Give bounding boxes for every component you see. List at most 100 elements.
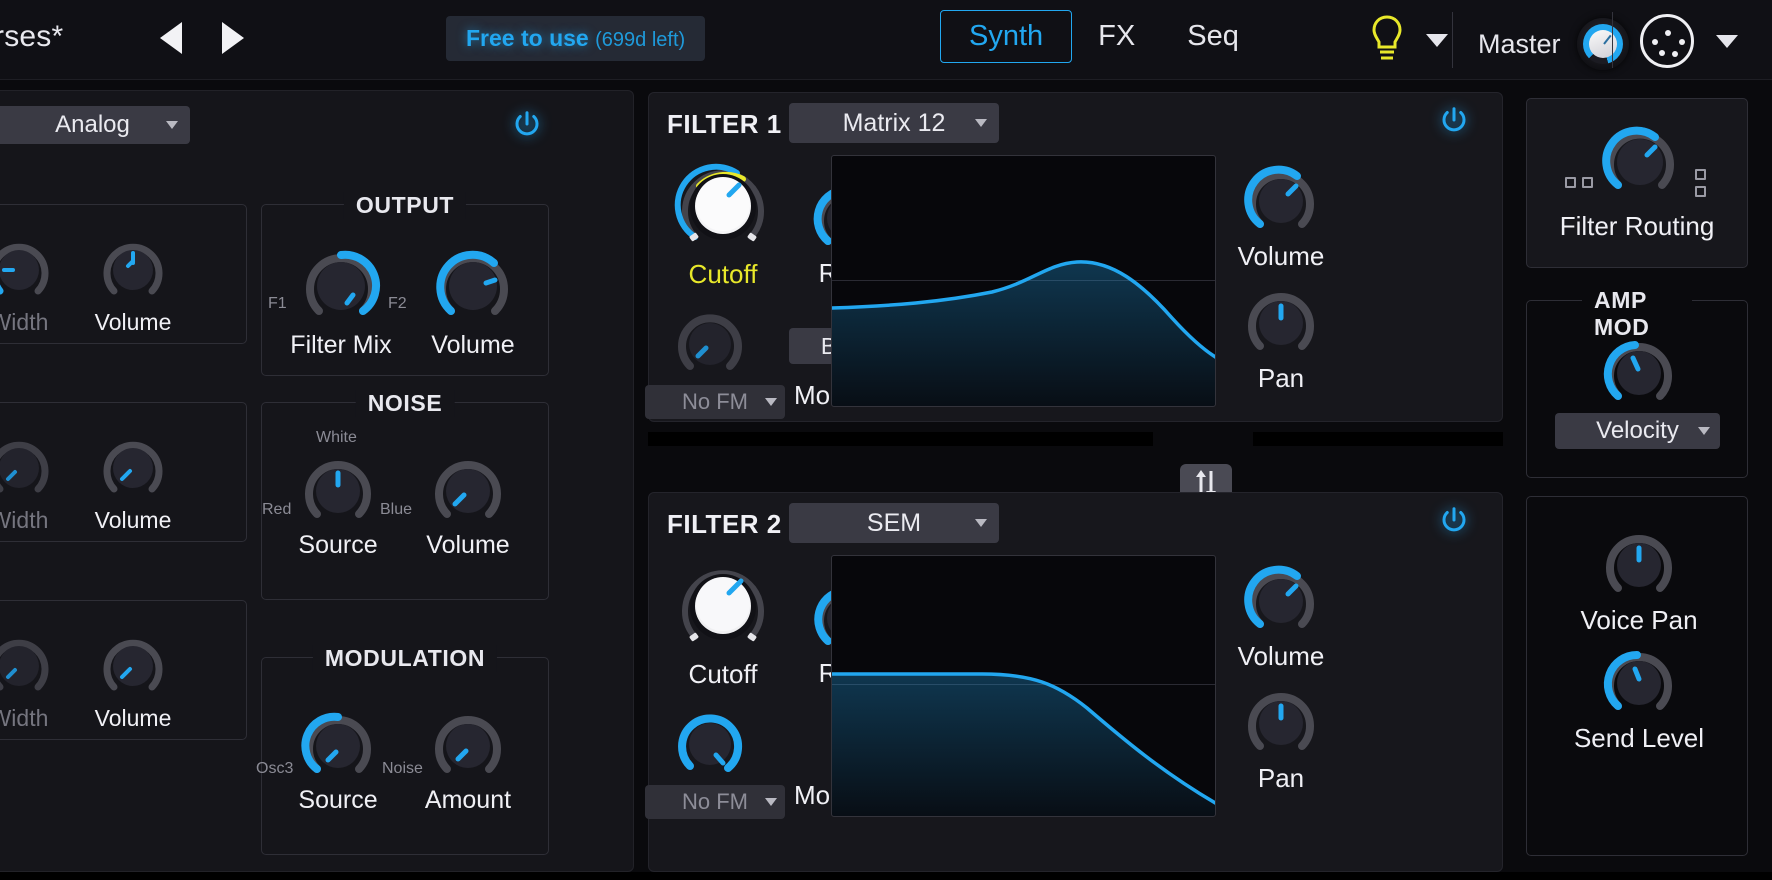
filter-2-cutoff-knob[interactable]: Cutoff xyxy=(671,555,775,689)
osc2-width-knob[interactable]: Width xyxy=(0,431,56,533)
voice-pan-knob[interactable]: Voice Pan xyxy=(1580,525,1698,635)
filter-1-response-display[interactable] xyxy=(831,155,1216,407)
filter-1-pan-label: Pan xyxy=(1257,363,1305,393)
filter-2-pan-knob[interactable]: Pan xyxy=(1241,683,1321,793)
filter-1-type-value: Matrix 12 xyxy=(842,108,946,137)
filter-2-fm-dropdown[interactable]: No FM xyxy=(645,785,785,819)
serial-routing-icon xyxy=(1695,169,1709,201)
filter-mix-knob[interactable]: F1 F2 Filter Mix xyxy=(268,243,407,359)
master-volume-control: Master xyxy=(1478,18,1629,70)
tab-fx[interactable]: FX xyxy=(1072,10,1161,63)
filter-mix-max-label: F2 xyxy=(388,295,407,312)
modulation-amount-label: Amount xyxy=(424,786,512,814)
filter-1-pan-knob[interactable]: Pan xyxy=(1241,283,1321,393)
amp-mod-group: AMP MOD Velocity xyxy=(1526,287,1748,478)
amp-mod-source-value: Velocity xyxy=(1596,417,1679,444)
modulation-source-knob[interactable]: Osc3 Noise Source xyxy=(256,706,423,814)
voice-pan-label: Voice Pan xyxy=(1580,605,1698,635)
filter-1-volume-knob[interactable]: Volume xyxy=(1238,161,1324,271)
engine-type-value: Analog xyxy=(55,111,130,138)
noise-volume-knob[interactable]: Volume xyxy=(426,451,510,559)
osc3-volume-knob[interactable]: Volume xyxy=(95,629,171,731)
modulation-source-max-label: Noise xyxy=(382,760,423,777)
modulation-amount-knob[interactable]: Amount xyxy=(425,706,511,814)
osc1-width-knob[interactable]: Width xyxy=(0,233,56,335)
engine-type-dropdown[interactable]: Analog xyxy=(0,106,190,144)
chevron-down-icon-midi[interactable] xyxy=(1716,34,1738,48)
midi-din-icon[interactable] xyxy=(1640,14,1694,68)
chevron-down-icon-tips[interactable] xyxy=(1426,33,1448,47)
osc2-volume-label: Volume xyxy=(94,507,172,533)
filter-1-fm-value: No FM xyxy=(682,389,748,414)
master-volume-knob[interactable] xyxy=(1576,18,1629,70)
output-group-title: OUTPUT xyxy=(343,192,467,219)
noise-source-min-label: Red xyxy=(262,501,292,518)
triangle-right-icon[interactable] xyxy=(222,22,244,54)
filter-routing-group[interactable]: Filter Routing xyxy=(1526,98,1748,268)
filter-2-type-dropdown[interactable]: SEM xyxy=(789,503,999,543)
filter-2-fm-knob[interactable] xyxy=(671,705,749,788)
tab-synth[interactable]: Synth xyxy=(940,10,1073,63)
noise-volume-label: Volume xyxy=(426,531,510,559)
osc2-volume-knob[interactable]: Volume xyxy=(95,431,171,533)
oscillator-panel: Analog Width Volume Width Volume Width V… xyxy=(0,90,634,872)
power-icon-filter-1[interactable] xyxy=(1439,105,1469,135)
output-group: OUTPUT F1 F2 Filter Mix Volume xyxy=(261,192,549,376)
master-label: Master xyxy=(1478,28,1561,59)
noise-source-top-label: White xyxy=(316,429,357,446)
license-sub-text: (699d left) xyxy=(595,29,686,51)
noise-group-title: NOISE xyxy=(355,390,455,417)
send-level-label: Send Level xyxy=(1573,723,1705,753)
filter-2-panel: FILTER 2 SEM Cutoff No FM Mode Volume Pa… xyxy=(645,492,1503,872)
modulation-source-min-label: Osc3 xyxy=(256,760,294,777)
osc3-volume-label: Volume xyxy=(94,705,172,731)
filter-divider-left xyxy=(648,432,1153,446)
top-header-bar: rses* Free to use (699d left) Synth FX S… xyxy=(0,0,1772,80)
midi-control xyxy=(1640,14,1738,68)
osc-row-1-box: Width Volume xyxy=(0,204,247,344)
send-level-knob[interactable]: Send Level xyxy=(1574,643,1704,753)
tab-seq[interactable]: Seq xyxy=(1161,10,1265,63)
right-column: Filter Routing AMP MOD Velocity Voice Pa… xyxy=(1516,90,1766,872)
filter-2-response-display[interactable] xyxy=(831,555,1216,817)
output-volume-knob[interactable]: Volume xyxy=(430,243,516,359)
filter-1-cutoff-knob[interactable]: Cutoff xyxy=(671,155,775,289)
osc1-volume-label: Volume xyxy=(94,309,172,335)
tips-control xyxy=(1370,14,1448,66)
lightbulb-icon[interactable] xyxy=(1370,14,1404,66)
amp-mod-amount-knob[interactable] xyxy=(1599,333,1679,418)
plugin-window: rses* Free to use (699d left) Synth FX S… xyxy=(0,0,1772,880)
osc3-width-knob[interactable]: Width xyxy=(0,629,56,731)
filter-2-pan-label: Pan xyxy=(1257,763,1305,793)
filter-2-volume-knob[interactable]: Volume xyxy=(1238,561,1324,671)
bottom-strip xyxy=(0,872,1772,880)
filter-1-fm-dropdown[interactable]: No FM xyxy=(645,385,785,419)
preset-name[interactable]: rses* xyxy=(0,20,63,54)
filter-2-type-value: SEM xyxy=(866,508,922,537)
power-icon-filter-2[interactable] xyxy=(1439,505,1469,535)
filter-1-fm-knob[interactable] xyxy=(671,305,749,388)
filter-2-volume-label: Volume xyxy=(1237,641,1325,671)
filter-routing-knob[interactable] xyxy=(1599,121,1681,208)
header-divider-2 xyxy=(1612,12,1613,68)
filter-mix-min-label: F1 xyxy=(268,295,287,312)
noise-group: NOISE White Red Blue Source Volume xyxy=(261,390,549,600)
amp-mod-source-dropdown[interactable]: Velocity xyxy=(1555,413,1720,449)
main-tabs: Synth FX Seq xyxy=(940,10,1265,63)
filter-1-title: FILTER 1 xyxy=(667,109,782,139)
header-divider-1 xyxy=(1452,12,1453,68)
filter-divider-right xyxy=(1253,432,1503,446)
osc1-volume-knob[interactable]: Volume xyxy=(95,233,171,335)
power-icon-osc[interactable] xyxy=(512,109,542,139)
noise-source-knob[interactable]: White Red Blue Source xyxy=(262,429,412,559)
output-volume-label: Volume xyxy=(431,331,515,359)
filter-2-title: FILTER 2 xyxy=(667,509,782,539)
triangle-left-icon[interactable] xyxy=(160,22,182,54)
filter-2-fm-value: No FM xyxy=(682,789,748,814)
osc-row-2-box: Width Volume xyxy=(0,402,247,542)
filter-1-panel: FILTER 1 Matrix 12 Cutoff No FM Mode Vol… xyxy=(645,92,1503,422)
license-badge[interactable]: Free to use (699d left) xyxy=(446,16,706,61)
filter-routing-label: Filter Routing xyxy=(1559,211,1715,241)
filter-1-type-dropdown[interactable]: Matrix 12 xyxy=(789,103,999,143)
modulation-group-title: MODULATION xyxy=(312,645,498,672)
